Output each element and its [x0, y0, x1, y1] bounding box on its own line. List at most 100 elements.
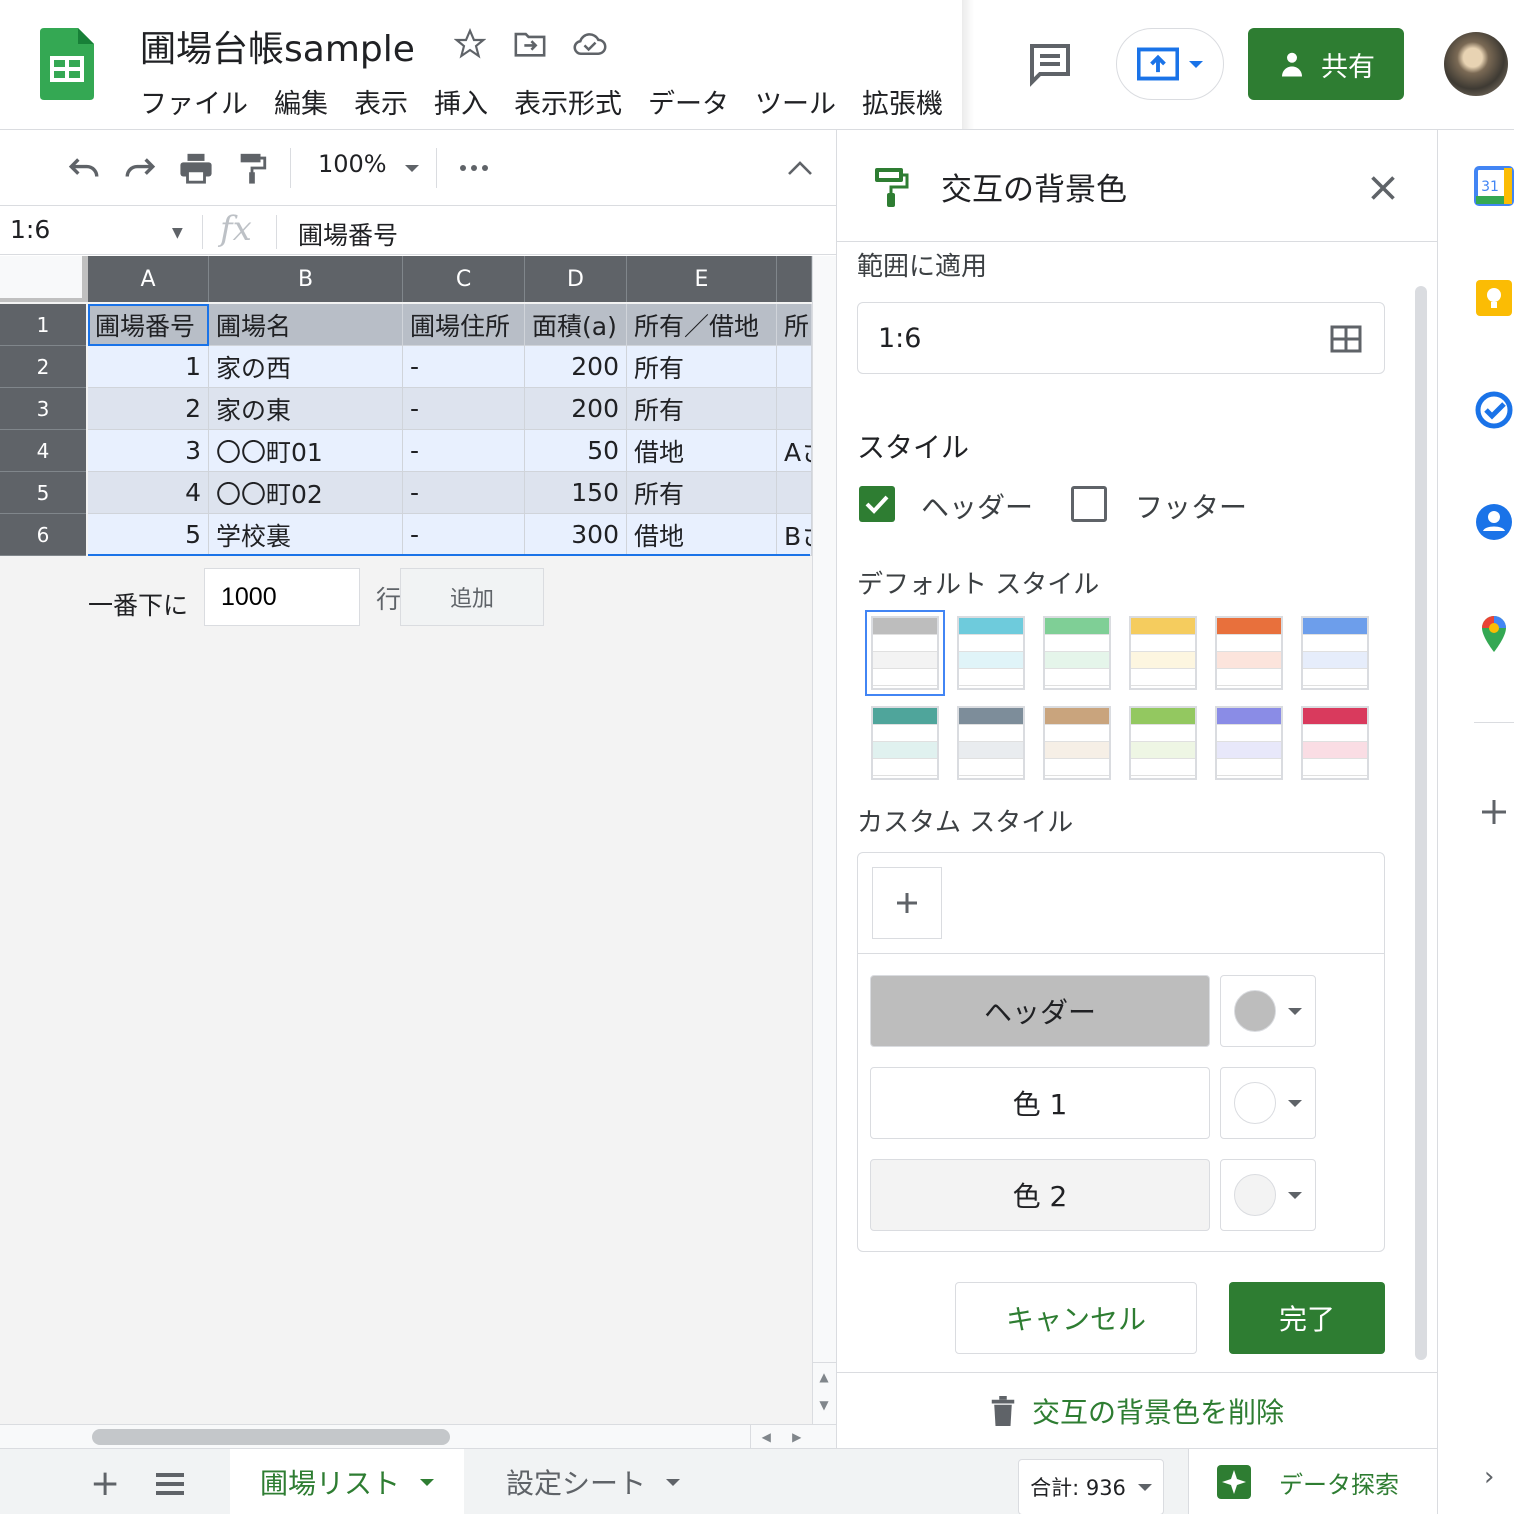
name-box[interactable]: 1:6: [10, 215, 50, 244]
vertical-scrollbar[interactable]: [812, 256, 836, 1424]
name-box-dropdown-icon[interactable]: ▼: [172, 225, 183, 241]
remove-alternating-colors-button[interactable]: 交互の背景色を削除: [837, 1372, 1437, 1448]
header-checkbox[interactable]: [859, 486, 895, 522]
menu-format[interactable]: 表示形式: [514, 82, 622, 121]
sheet-tab-field-list[interactable]: 圃場リスト: [230, 1449, 465, 1514]
default-style-swatch[interactable]: [1043, 706, 1111, 780]
column-header-d[interactable]: D: [525, 256, 627, 302]
more-icon[interactable]: [454, 148, 494, 188]
header-checkbox-label[interactable]: ヘッダー: [921, 486, 1033, 526]
maps-icon[interactable]: [1474, 614, 1514, 654]
range-input[interactable]: 1:6: [857, 302, 1385, 374]
print-icon[interactable]: [176, 148, 216, 188]
add-sheet-icon[interactable]: +: [90, 1463, 120, 1504]
cell-a1[interactable]: 圃場番号: [88, 304, 209, 346]
default-style-swatch[interactable]: [1215, 616, 1283, 690]
row-header-1[interactable]: 1: [0, 304, 86, 346]
row-header-6[interactable]: 6: [0, 514, 86, 556]
add-custom-style-button[interactable]: [872, 867, 942, 939]
cell-b1[interactable]: 圃場名: [209, 304, 403, 346]
cell-e6[interactable]: 借地: [627, 514, 777, 556]
formula-input[interactable]: 圃場番号: [298, 216, 398, 252]
done-button[interactable]: 完了: [1229, 1282, 1385, 1354]
present-button[interactable]: [1116, 28, 1224, 100]
cell-d1[interactable]: 面積(a): [525, 304, 627, 346]
footer-checkbox-label[interactable]: フッター: [1135, 486, 1247, 526]
column-header-b[interactable]: B: [209, 256, 403, 302]
cell-b3[interactable]: 家の東: [209, 388, 403, 430]
share-button[interactable]: 共有: [1248, 28, 1404, 100]
row-header-4[interactable]: 4: [0, 430, 86, 472]
close-icon[interactable]: [1365, 170, 1401, 206]
comment-icon[interactable]: [1026, 40, 1074, 88]
cell-a4[interactable]: 3: [88, 430, 209, 472]
menu-tools[interactable]: ツール: [755, 82, 836, 121]
horizontal-scrollbar[interactable]: ◀ ▶: [0, 1424, 836, 1449]
footer-checkbox[interactable]: [1071, 486, 1107, 522]
cell-d5[interactable]: 150: [525, 472, 627, 514]
default-style-swatch[interactable]: [1215, 706, 1283, 780]
add-icon[interactable]: [1474, 792, 1514, 832]
add-rows-button[interactable]: 追加: [400, 568, 544, 626]
cell-a3[interactable]: 2: [88, 388, 209, 430]
chevron-down-icon[interactable]: [420, 1478, 435, 1486]
sheets-logo-icon[interactable]: [40, 28, 94, 100]
cell-f1[interactable]: 所: [777, 304, 812, 346]
vertical-scroll-arrows[interactable]: ▲ ▼: [812, 1362, 836, 1420]
default-style-swatch[interactable]: [957, 616, 1025, 690]
calendar-icon[interactable]: 31: [1474, 166, 1514, 206]
redo-icon[interactable]: [120, 148, 160, 188]
scroll-up-icon[interactable]: ▲: [812, 1363, 836, 1391]
cell-a6[interactable]: 5: [88, 514, 209, 556]
cell-a5[interactable]: 4: [88, 472, 209, 514]
scroll-left-icon[interactable]: ◀: [762, 1430, 771, 1444]
column-header-f[interactable]: [777, 256, 812, 302]
expand-icon[interactable]: ›: [1484, 1462, 1494, 1492]
cell-f3[interactable]: [777, 388, 812, 430]
zoom-dropdown-icon[interactable]: [392, 148, 432, 188]
default-style-swatch[interactable]: [1301, 616, 1369, 690]
column-header-c[interactable]: C: [403, 256, 525, 302]
custom-color1-button[interactable]: 色 1: [870, 1067, 1210, 1139]
cell-c6[interactable]: -: [403, 514, 525, 556]
collapse-icon[interactable]: [780, 148, 820, 188]
star-icon[interactable]: [450, 24, 490, 64]
sum-summary[interactable]: 合計: 936: [1018, 1459, 1164, 1514]
cell-f5[interactable]: [777, 472, 812, 514]
default-style-swatch[interactable]: [1129, 706, 1197, 780]
select-all-corner[interactable]: [0, 256, 88, 302]
cell-f6[interactable]: Bさ: [777, 514, 812, 556]
document-title[interactable]: 圃場台帳sample: [140, 20, 415, 72]
undo-icon[interactable]: [64, 148, 104, 188]
cell-f2[interactable]: [777, 346, 812, 388]
row-header-2[interactable]: 2: [0, 346, 86, 388]
explore-button[interactable]: データ探索: [1188, 1449, 1437, 1514]
contacts-icon[interactable]: [1474, 502, 1514, 542]
color1-picker[interactable]: [1220, 1067, 1316, 1139]
default-style-swatch[interactable]: [865, 610, 945, 696]
cell-c4[interactable]: -: [403, 430, 525, 472]
cancel-button[interactable]: キャンセル: [955, 1282, 1197, 1354]
custom-header-color-button[interactable]: ヘッダー: [870, 975, 1210, 1047]
keep-icon[interactable]: [1474, 278, 1514, 318]
horizontal-scroll-thumb[interactable]: [92, 1429, 450, 1445]
column-header-a[interactable]: A: [88, 256, 209, 302]
menu-insert[interactable]: 挿入: [434, 82, 488, 121]
cell-e5[interactable]: 所有: [627, 472, 777, 514]
default-style-swatch[interactable]: [957, 706, 1025, 780]
scroll-down-icon[interactable]: ▼: [812, 1391, 836, 1419]
column-header-e[interactable]: E: [627, 256, 777, 302]
scroll-right-icon[interactable]: ▶: [792, 1430, 801, 1444]
all-sheets-icon[interactable]: [156, 1473, 184, 1495]
cell-c1[interactable]: 圃場住所: [403, 304, 525, 346]
menu-extensions[interactable]: 拡張機: [862, 82, 943, 121]
cell-c5[interactable]: -: [403, 472, 525, 514]
paint-format-icon[interactable]: [232, 148, 272, 188]
panel-scrollbar[interactable]: [1415, 286, 1427, 1360]
default-style-swatch[interactable]: [871, 706, 939, 780]
menu-view[interactable]: 表示: [354, 82, 408, 121]
row-header-3[interactable]: 3: [0, 388, 86, 430]
cell-c2[interactable]: -: [403, 346, 525, 388]
cell-f4[interactable]: Aさ: [777, 430, 812, 472]
custom-color2-button[interactable]: 色 2: [870, 1159, 1210, 1231]
